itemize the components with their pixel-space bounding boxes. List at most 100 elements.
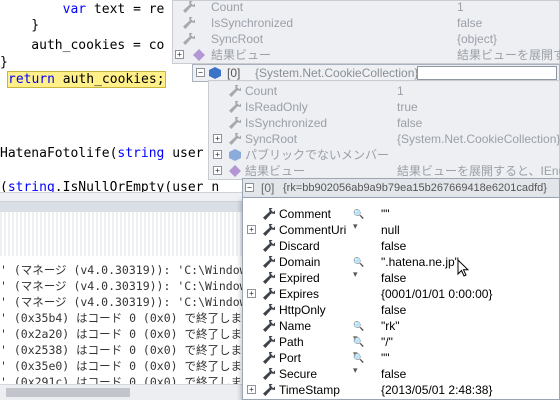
wrench-icon	[263, 320, 275, 332]
datatip-row[interactable]: IsSynchronized false	[173, 15, 559, 31]
property-value[interactable]: "/"	[381, 334, 393, 350]
results-view-row[interactable]: + 結果ビュー 結果ビューを展開すると、IEnum	[209, 163, 560, 179]
datatip-row[interactable]: IsSynchronized false	[209, 115, 559, 131]
wrench-icon	[263, 352, 275, 364]
results-view-row[interactable]: + 結果ビュー 結果ビューを展開する	[173, 47, 560, 63]
property-row-timestamp[interactable]: + TimeStamp {2013/05/01 2:48:38}	[243, 382, 559, 398]
expand-toggle[interactable]: +	[213, 166, 222, 175]
wrench-icon	[263, 272, 275, 284]
expand-toggle[interactable]: +	[247, 385, 256, 394]
property-row-domain[interactable]: Domain 🔍▾ ".hatena.ne.jp"	[243, 254, 559, 279]
wrench-icon	[183, 1, 195, 13]
property-name: HttpOnly	[279, 303, 326, 317]
wrench-icon	[263, 256, 275, 268]
property-name: Expired	[279, 271, 320, 285]
wrench-icon	[263, 368, 275, 380]
output-line: ' (0x35b4) はコード 0 (0x0) で終了しまし	[0, 311, 254, 325]
wrench-icon	[263, 240, 275, 252]
wrench-icon	[229, 133, 241, 145]
code-line: }	[0, 18, 40, 33]
property-value[interactable]: null	[381, 222, 400, 238]
property-name: CommentUri	[279, 223, 347, 237]
property-value[interactable]: {0001/01/01 0:00:00}	[381, 286, 492, 302]
property-name: Port	[279, 351, 302, 365]
null-check-line: (string.IsNullOrEmpty(user_n	[0, 180, 220, 192]
datatip-row[interactable]: Count 1	[209, 83, 559, 99]
output-line: ' (マネージ (v4.0.30319)): 'C:\Windows\sy	[0, 279, 275, 293]
property-name: Name	[279, 319, 312, 333]
code-line: var text = re	[62, 2, 165, 17]
expand-toggle[interactable]: +	[213, 150, 222, 159]
property-value[interactable]: false	[381, 238, 406, 254]
property-value[interactable]: ""	[381, 350, 390, 366]
magnifier-icon[interactable]: 🔍▾	[353, 336, 367, 359]
current-statement[interactable]: return auth_cookies;	[7, 71, 166, 88]
wrench-icon	[263, 208, 275, 220]
output-line: ' (0x35e0) はコード 0 (0x0) で終了しまし	[0, 359, 254, 373]
property-row-secure[interactable]: Secure false	[243, 366, 559, 382]
method-signature: HatenaFotolife(string user	[0, 146, 204, 161]
nonpublic-members-icon	[229, 149, 241, 161]
datatip-cookie-header[interactable]: − [0] {rk=bb902056ab9a9b79ea15b267669418…	[242, 178, 560, 198]
output-line: ' (0x2538) はコード 0 (0x0) で終了しまし	[0, 343, 254, 357]
datatip-row[interactable]: + SyncRoot {System.Net.CookieCollection}	[209, 131, 560, 147]
property-value[interactable]: {2013/05/01 2:48:38}	[381, 382, 492, 398]
expand-toggle[interactable]: +	[247, 225, 256, 234]
output-line: ' (マネージ (v4.0.30319)): 'C:\Windows\sy	[0, 295, 275, 309]
magnifier-icon[interactable]: 🔍▾	[353, 320, 367, 343]
mouse-pointer-icon	[457, 259, 469, 277]
property-row-expires[interactable]: + Expires {0001/01/01 0:00:00}	[243, 286, 559, 302]
output-line: ' (0x2a20) はコード 0 (0x0) で終了しまし	[0, 327, 254, 341]
magnifier-icon[interactable]: 🔍▾	[353, 256, 367, 279]
property-value[interactable]: false	[381, 302, 406, 318]
property-row-name[interactable]: Name 🔍▾ "rk"	[243, 318, 559, 343]
wrench-icon	[263, 336, 275, 348]
wrench-icon	[229, 101, 241, 113]
results-view-icon	[229, 165, 241, 177]
property-row-path[interactable]: Path 🔍▾ "/"	[243, 334, 559, 359]
property-name: TimeStamp	[279, 383, 340, 397]
nonpublic-members-row[interactable]: + パブリックでないメンバー	[209, 147, 559, 163]
wrench-icon	[183, 33, 195, 45]
property-value[interactable]: ".hatena.ne.jp"	[381, 254, 459, 270]
property-row-commenturi[interactable]: + CommentUri null	[243, 222, 559, 238]
wrench-icon	[183, 17, 195, 29]
property-value[interactable]: "rk"	[381, 318, 400, 334]
property-row-discard[interactable]: Discard false	[243, 238, 559, 254]
collapse-toggle[interactable]: −	[245, 183, 254, 192]
expand-toggle[interactable]: +	[213, 134, 222, 143]
property-name: Secure	[279, 367, 318, 381]
property-row-comment[interactable]: Comment 🔍▾ ""	[243, 206, 559, 231]
output-line: ' (マネージ (v4.0.30319)): 'C:\Windows\sy	[0, 263, 275, 277]
wrench-icon	[229, 117, 241, 129]
property-name: Path	[279, 335, 304, 349]
wrench-icon	[263, 288, 275, 300]
expand-toggle[interactable]: +	[175, 50, 184, 59]
property-name: Domain	[279, 255, 321, 269]
magnifier-icon[interactable]: 🔍▾	[353, 208, 367, 231]
property-row-expired[interactable]: Expired false	[243, 270, 559, 286]
datatip-collection-members: Count 1 IsReadOnly true IsSynchronized f…	[208, 80, 560, 180]
property-name: Expires	[279, 287, 320, 301]
collapse-toggle[interactable]: −	[196, 68, 205, 77]
object-icon	[209, 67, 221, 79]
datatip-row[interactable]: Count 1	[173, 0, 559, 15]
property-value[interactable]: false	[381, 366, 406, 382]
expand-toggle[interactable]: +	[247, 289, 256, 298]
code-line: }	[0, 55, 8, 70]
magnifier-icon[interactable]: 🔍▾	[353, 352, 367, 375]
property-row-httponly[interactable]: HttpOnly false	[243, 302, 559, 318]
datatip-row[interactable]: IsReadOnly true	[209, 99, 559, 115]
datatip-row[interactable]: SyncRoot {object}	[173, 31, 559, 47]
code-line: auth_cookies = co	[0, 38, 165, 53]
wrench-icon	[263, 224, 275, 236]
datatip-parent: Count 1 IsSynchronized false SyncRoot {o…	[172, 0, 560, 64]
wrench-icon	[229, 85, 241, 97]
datatip-edit-field[interactable]	[417, 66, 557, 80]
property-name: Discard	[279, 239, 320, 253]
property-value[interactable]: false	[381, 270, 406, 286]
scrollbar-thumb[interactable]	[6, 388, 130, 397]
property-row-port[interactable]: Port 🔍▾ ""	[243, 350, 559, 375]
property-value[interactable]: ""	[381, 206, 390, 222]
property-name: Comment	[279, 207, 332, 221]
